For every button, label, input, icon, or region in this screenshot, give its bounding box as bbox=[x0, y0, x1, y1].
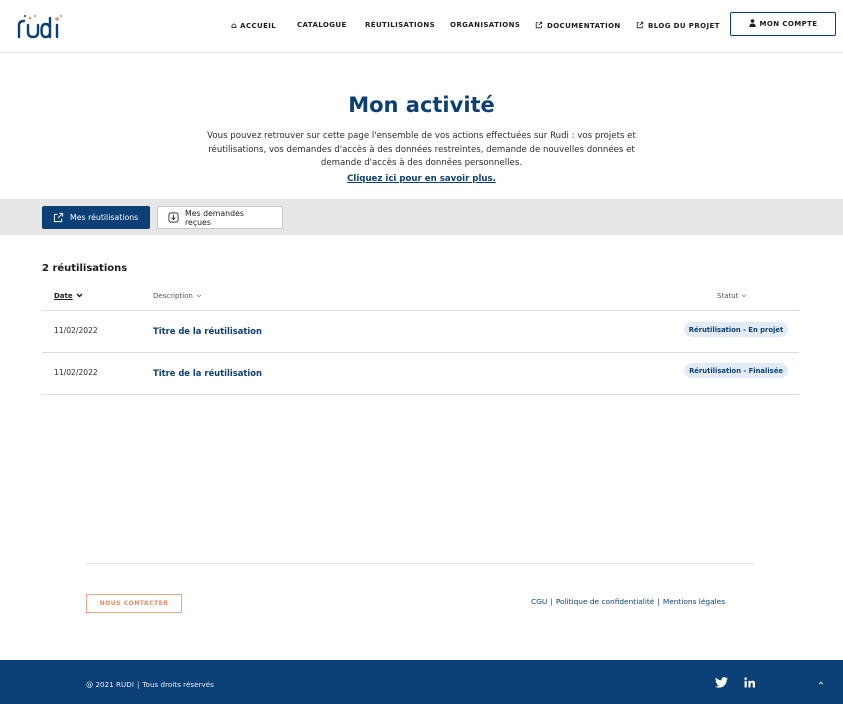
chevron-down-icon bbox=[196, 292, 202, 300]
copyright-text: @ 2021 RUDI bbox=[86, 680, 134, 689]
chevron-down-icon bbox=[76, 292, 83, 300]
external-link-icon bbox=[53, 212, 64, 223]
legal-link-confidentialite[interactable]: Politique de confidentialité bbox=[556, 597, 655, 606]
rights-text: Tous droits réservés bbox=[142, 680, 214, 689]
copyright: @ 2021 RUDI | Tous droits réservés bbox=[86, 680, 214, 689]
status-badge: Rérutilisation - Finalisée bbox=[684, 363, 788, 378]
reuse-count: 2 réutilisations bbox=[42, 263, 128, 274]
nav-blog-label: BLOG DU PROJET bbox=[648, 22, 720, 30]
top-header: ⌂ ACCUEIL CATALOGUE RÉUTILISATIONS ORGAN… bbox=[0, 0, 843, 53]
tab-mes-demandes-recues-label: Mes demandes reçues bbox=[185, 208, 244, 227]
separator: | bbox=[550, 597, 553, 606]
nav-accueil-label: ACCUEIL bbox=[240, 21, 277, 30]
nav-reutilisations[interactable]: RÉUTILISATIONS bbox=[365, 21, 435, 29]
column-header-description[interactable]: Description bbox=[153, 292, 202, 300]
separator: | bbox=[657, 597, 660, 606]
learn-more-label: Cliquez ici pour en savoir plus. bbox=[347, 174, 496, 184]
column-description-label: Description bbox=[153, 292, 193, 300]
rudi-logo[interactable] bbox=[16, 12, 64, 40]
separator: | bbox=[136, 680, 140, 689]
footer-divider bbox=[86, 563, 754, 564]
tab-mes-demandes-recues[interactable]: Mes demandes reçues bbox=[157, 206, 283, 229]
column-header-date[interactable]: Date bbox=[54, 292, 83, 300]
nav-blog[interactable]: BLOG DU PROJET bbox=[636, 21, 720, 31]
table-divider bbox=[42, 352, 799, 353]
user-icon bbox=[748, 19, 756, 29]
row-title-link[interactable]: Titre de la réutilisation bbox=[153, 368, 262, 378]
contact-button[interactable]: NOUS CONTACTER bbox=[86, 594, 182, 613]
external-link-icon bbox=[636, 21, 644, 31]
chevron-down-icon bbox=[741, 292, 747, 300]
tab-bar: Mes réutilisations Mes demandes reçues bbox=[0, 199, 843, 235]
my-account-button[interactable]: MON COMPTE bbox=[730, 12, 836, 36]
download-box-icon bbox=[168, 212, 179, 223]
row-date: 11/02/2022 bbox=[54, 368, 98, 377]
row-date: 11/02/2022 bbox=[54, 326, 98, 335]
table-divider bbox=[42, 394, 799, 395]
column-status-label: Statut bbox=[717, 292, 739, 300]
nav-catalogue-label: CATALOGUE bbox=[297, 21, 347, 29]
linkedin-icon[interactable] bbox=[744, 677, 755, 691]
tab-mes-reutilisations[interactable]: Mes réutilisations bbox=[42, 206, 150, 229]
legal-links: CGU | Politique de confidentialité | Mention… bbox=[531, 597, 725, 606]
legal-link-mentions[interactable]: Mentions légales bbox=[663, 597, 725, 606]
page-title: Mon activité bbox=[348, 93, 495, 117]
nav-organisations-label: ORGANISATIONS bbox=[450, 21, 521, 29]
tab-mes-reutilisations-label: Mes réutilisations bbox=[70, 213, 139, 222]
scroll-to-top-icon[interactable] bbox=[818, 678, 824, 687]
nav-accueil[interactable]: ⌂ ACCUEIL bbox=[231, 21, 276, 30]
nav-documentation[interactable]: DOCUMENTATION bbox=[535, 21, 621, 31]
column-header-status[interactable]: Statut bbox=[717, 292, 747, 300]
contact-label: NOUS CONTACTER bbox=[99, 600, 169, 607]
column-date-label: Date bbox=[54, 292, 73, 300]
learn-more-link[interactable]: Cliquez ici pour en savoir plus. bbox=[0, 174, 843, 184]
legal-link-cgu[interactable]: CGU bbox=[531, 597, 547, 606]
nav-reutilisations-label: RÉUTILISATIONS bbox=[365, 21, 436, 29]
nav-catalogue[interactable]: CATALOGUE bbox=[297, 21, 347, 29]
nav-organisations[interactable]: ORGANISATIONS bbox=[450, 21, 520, 29]
status-badge: Rérutilisation - En projet bbox=[684, 322, 788, 337]
twitter-icon[interactable] bbox=[715, 677, 728, 691]
home-icon: ⌂ bbox=[231, 21, 238, 30]
table-divider bbox=[42, 310, 799, 311]
intro-text: Vous pouvez retrouver sur cette page l'e… bbox=[207, 131, 636, 168]
nav-documentation-label: DOCUMENTATION bbox=[547, 22, 621, 30]
row-title-link[interactable]: Titre de la réutilisation bbox=[153, 326, 262, 336]
external-link-icon bbox=[535, 21, 543, 31]
my-account-label: MON COMPTE bbox=[759, 20, 818, 28]
